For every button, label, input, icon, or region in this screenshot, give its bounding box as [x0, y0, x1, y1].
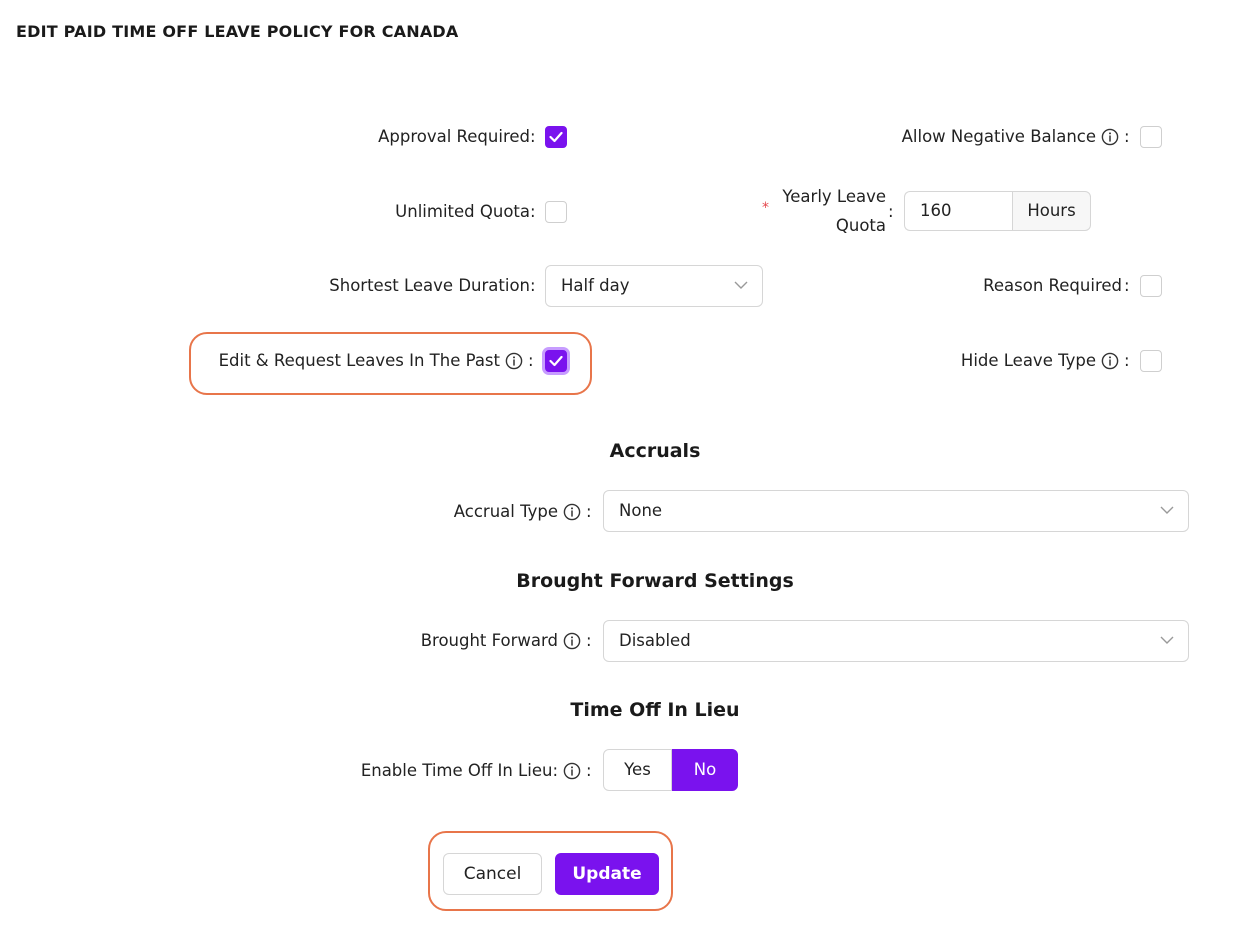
toil-yes-option[interactable]: Yes: [603, 749, 672, 791]
selected-value: None: [619, 501, 663, 520]
info-icon[interactable]: [1101, 352, 1119, 370]
shortest-leave-duration-select[interactable]: Half day: [545, 265, 763, 307]
yearly-leave-quota-value: 160: [920, 201, 952, 220]
page-title: EDIT PAID TIME OFF LEAVE POLICY FOR CANA…: [16, 22, 459, 41]
chevron-down-icon: [734, 281, 748, 289]
colon: :: [586, 631, 592, 650]
colon: :: [530, 276, 536, 295]
colon: :: [528, 351, 534, 370]
unlimited-quota-label: Unlimited Quota: [395, 202, 530, 221]
cancel-button[interactable]: Cancel: [443, 853, 542, 895]
info-icon[interactable]: [563, 503, 581, 521]
selected-value: Disabled: [619, 631, 691, 650]
yearly-leave-quota-unit: Hours: [1012, 191, 1091, 231]
required-mark: *: [762, 200, 769, 216]
shortest-leave-duration-label: Shortest Leave Duration: [329, 276, 530, 295]
colon: :: [888, 202, 894, 221]
unlimited-quota-checkbox[interactable]: [545, 201, 567, 223]
yearly-leave-quota-input[interactable]: 160: [904, 191, 1012, 231]
enable-toil-toggle: Yes No: [603, 749, 738, 791]
edit-request-past-label: Edit & Request Leaves In The Past: [218, 351, 500, 370]
update-button[interactable]: Update: [555, 853, 659, 895]
edit-request-past-checkbox[interactable]: [545, 350, 567, 372]
check-icon: [549, 131, 563, 143]
brought-forward-select[interactable]: Disabled: [603, 620, 1189, 662]
accruals-heading: Accruals: [609, 440, 701, 462]
accrual-type-select[interactable]: None: [603, 490, 1189, 532]
time-off-in-lieu-heading: Time Off In Lieu: [570, 699, 740, 721]
colon: :: [1124, 276, 1130, 295]
hide-leave-type-label: Hide Leave Type: [960, 351, 1096, 370]
colon: :: [1124, 351, 1130, 370]
brought-forward-heading: Brought Forward Settings: [516, 570, 794, 592]
accrual-type-label: Accrual Type: [453, 502, 558, 521]
reason-required-checkbox[interactable]: [1140, 275, 1162, 297]
yearly-leave-quota-label-line1: Yearly Leave: [782, 187, 886, 206]
info-icon[interactable]: [563, 632, 581, 650]
info-icon[interactable]: [505, 352, 523, 370]
approval-required-label: Approval Required: [378, 127, 530, 146]
allow-negative-balance-label: Allow Negative Balance: [901, 127, 1096, 146]
colon: :: [530, 127, 536, 146]
colon: :: [530, 202, 536, 221]
selected-value: Half day: [561, 276, 630, 295]
brought-forward-label: Brought Forward: [420, 631, 558, 650]
check-icon: [549, 355, 563, 367]
yearly-leave-quota-label-line2: Quota: [835, 216, 886, 235]
approval-required-checkbox[interactable]: [545, 126, 567, 148]
colon: :: [586, 761, 592, 780]
allow-negative-balance-checkbox[interactable]: [1140, 126, 1162, 148]
toil-no-option[interactable]: No: [672, 749, 738, 791]
info-icon[interactable]: [1101, 128, 1119, 146]
reason-required-label: Reason Required: [983, 276, 1122, 295]
unit-label: Hours: [1027, 201, 1076, 220]
enable-toil-label: Enable Time Off In Lieu:: [360, 761, 558, 780]
info-icon[interactable]: [563, 762, 581, 780]
colon: :: [586, 502, 592, 521]
chevron-down-icon: [1160, 636, 1174, 644]
colon: :: [1124, 127, 1130, 146]
chevron-down-icon: [1160, 506, 1174, 514]
hide-leave-type-checkbox[interactable]: [1140, 350, 1162, 372]
